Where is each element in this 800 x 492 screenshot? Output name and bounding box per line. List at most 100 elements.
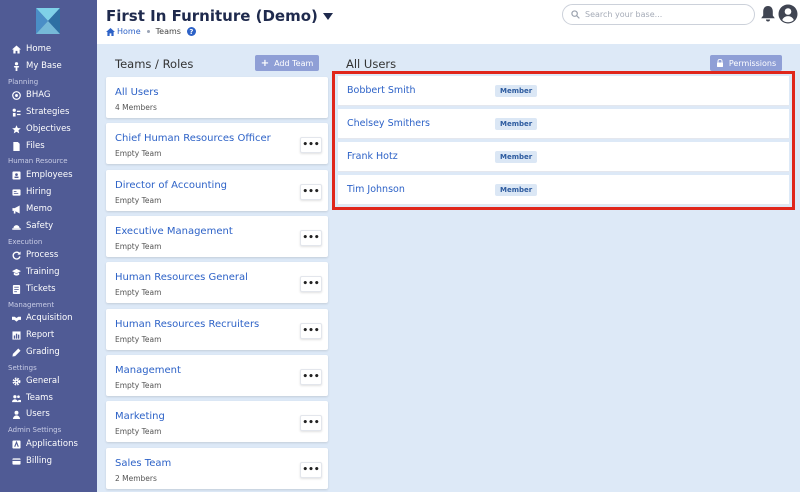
report-icon	[12, 330, 21, 340]
team-card[interactable]: Management Empty Team •••	[106, 355, 328, 396]
team-card[interactable]: Sales Team 2 Members •••	[106, 448, 328, 489]
refresh-icon	[12, 250, 21, 260]
team-member-count: Empty Team	[115, 427, 162, 436]
highlight-box	[332, 71, 795, 210]
team-name: Sales Team	[115, 458, 172, 469]
team-name: Chief Human Resources Officer	[115, 133, 271, 144]
team-member-count: 2 Members	[115, 474, 157, 483]
more-options-button[interactable]: •••	[300, 276, 322, 292]
more-options-button[interactable]: •••	[300, 369, 322, 385]
more-options-button[interactable]: •••	[300, 415, 322, 431]
sidebar-item-employees[interactable]: Employees	[12, 167, 73, 183]
sidebar-item-process[interactable]: Process	[12, 247, 58, 263]
more-options-button[interactable]: •••	[300, 323, 322, 339]
sidebar-item-billing[interactable]: Billing	[12, 453, 52, 469]
hardhat-icon	[12, 224, 21, 230]
sidebar-item-training[interactable]: Training	[12, 264, 60, 280]
team-card[interactable]: Human Resources General Empty Team •••	[106, 262, 328, 303]
home-icon	[106, 27, 115, 36]
sidebar-item-label: Process	[26, 250, 59, 260]
header: First In Furniture (Demo) Home Teams ?	[97, 0, 800, 44]
sidebar-item-home[interactable]: Home	[12, 41, 51, 57]
sidebar-item-general[interactable]: General	[12, 373, 60, 389]
sidebar-item-objectives[interactable]: Objectives	[12, 121, 71, 137]
team-card[interactable]: Human Resources Recruiters Empty Team ••…	[106, 309, 328, 350]
team-member-count: Empty Team	[115, 288, 162, 297]
gear-icon	[12, 377, 21, 385]
sidebar-item-label: Objectives	[26, 124, 71, 134]
sidebar-item-label: My Base	[26, 61, 62, 71]
more-options-button[interactable]: •••	[300, 137, 322, 153]
permissions-button[interactable]: Permissions	[710, 55, 782, 71]
sidebar-item-report[interactable]: Report	[12, 327, 54, 343]
breadcrumb-separator	[146, 30, 150, 33]
sidebar-item-hiring[interactable]: Hiring	[12, 184, 51, 200]
team-member-count: Empty Team	[115, 335, 162, 344]
sidebar-item-files[interactable]: Files	[12, 138, 45, 154]
search-box[interactable]	[562, 4, 755, 25]
team-card[interactable]: Director of Accounting Empty Team •••	[106, 170, 328, 211]
team-member-count: Empty Team	[115, 149, 162, 158]
section-admin-settings: Admin Settings	[8, 426, 62, 434]
teams-panel-title: Teams / Roles	[115, 57, 194, 71]
team-name: All Users	[115, 87, 159, 98]
add-team-label: Add Team	[274, 58, 314, 68]
sidebar-item-label: Applications	[26, 439, 78, 449]
sidebar-item-label: General	[26, 376, 60, 386]
sidebar-item-label: Employees	[26, 170, 73, 180]
home-icon	[12, 44, 21, 54]
sidebar-item-label: Tickets	[26, 284, 56, 294]
more-options-button[interactable]: •••	[300, 230, 322, 246]
person-icon	[13, 61, 20, 71]
breadcrumb: Home Teams ?	[106, 27, 196, 36]
sidebar-item-grading[interactable]: Grading	[12, 344, 60, 360]
user-avatar-icon[interactable]	[778, 4, 798, 24]
help-icon[interactable]: ?	[186, 27, 196, 36]
add-team-button[interactable]: + Add Team	[255, 55, 319, 71]
sidebar: Home My Base Planning BHAG Strategies Ob…	[0, 0, 97, 492]
strategy-icon	[12, 108, 21, 117]
sidebar-item-label: Grading	[26, 347, 60, 357]
sidebar-item-memo[interactable]: Memo	[12, 201, 52, 217]
section-management: Management	[8, 301, 55, 309]
sidebar-item-label: Billing	[26, 456, 53, 466]
team-name: Director of Accounting	[115, 180, 228, 191]
sidebar-item-label: Users	[26, 409, 50, 419]
sidebar-item-strategies[interactable]: Strategies	[12, 104, 69, 120]
breadcrumb-home[interactable]: Home	[106, 27, 141, 36]
megaphone-icon	[12, 204, 20, 214]
billing-icon	[12, 457, 21, 465]
team-card[interactable]: Executive Management Empty Team •••	[106, 216, 328, 257]
sidebar-item-applications[interactable]: Applications	[12, 436, 78, 452]
sidebar-item-safety[interactable]: Safety	[12, 218, 53, 234]
more-options-button[interactable]: •••	[300, 462, 322, 478]
target-icon	[12, 90, 21, 100]
more-options-button[interactable]: •••	[300, 184, 322, 200]
chevron-down-icon[interactable]	[322, 12, 333, 20]
sidebar-item-my-base[interactable]: My Base	[12, 58, 62, 74]
sidebar-item-label: Hiring	[26, 187, 52, 197]
sidebar-item-acquisition[interactable]: Acquisition	[12, 310, 73, 326]
lock-icon	[716, 59, 723, 67]
sidebar-item-bhag[interactable]: BHAG	[12, 87, 50, 103]
sidebar-item-users[interactable]: Users	[12, 406, 50, 422]
section-settings: Settings	[8, 364, 37, 372]
team-name: Human Resources Recruiters	[115, 319, 260, 330]
team-name: Human Resources General	[115, 272, 248, 283]
sidebar-item-tickets[interactable]: Tickets	[12, 281, 56, 297]
permissions-label: Permissions	[728, 58, 777, 68]
team-member-count: 4 Members	[115, 103, 157, 112]
sidebar-item-label: Report	[26, 330, 55, 340]
app-title[interactable]: First In Furniture (Demo)	[106, 7, 333, 25]
section-execution: Execution	[8, 238, 43, 246]
team-card[interactable]: Marketing Empty Team •••	[106, 401, 328, 442]
search-input[interactable]	[585, 10, 745, 19]
sidebar-item-teams[interactable]: Teams	[12, 390, 53, 406]
logo-icon	[36, 8, 60, 34]
team-card-all-users[interactable]: All Users 4 Members	[106, 77, 328, 118]
sidebar-item-label: Safety	[26, 221, 54, 231]
bell-icon[interactable]	[760, 5, 776, 23]
team-card[interactable]: Chief Human Resources Officer Empty Team…	[106, 123, 328, 164]
breadcrumb-current: Teams	[155, 27, 181, 36]
team-member-count: Empty Team	[115, 381, 162, 390]
